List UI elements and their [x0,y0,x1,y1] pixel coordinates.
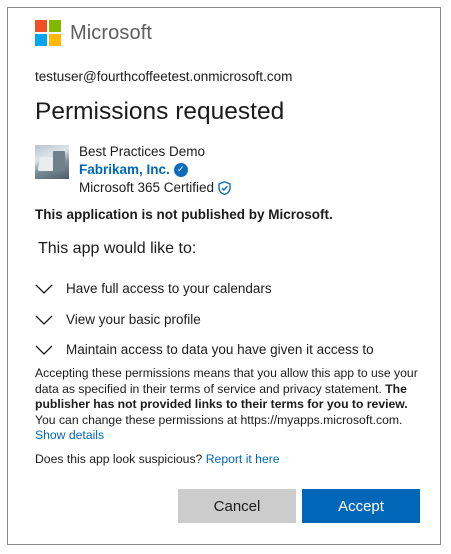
account-email: testuser@fourthcoffeetest.onmicrosoft.co… [35,69,293,84]
microsoft-logo-icon [35,20,61,46]
page-title: Permissions requested [35,98,285,125]
certification-row: Microsoft 365 Certified [79,180,231,195]
consent-text-1: Accepting these permissions means that y… [35,366,418,396]
permission-item[interactable]: View your basic profile [35,312,201,327]
permissions-heading: This app would like to: [38,240,197,257]
unpublished-warning: This application is not published by Mic… [35,207,333,222]
cancel-button[interactable]: Cancel [178,489,296,523]
permission-item[interactable]: Maintain access to data you have given i… [35,342,374,357]
logo-text: Microsoft [70,21,153,44]
microsoft-logo: Microsoft [35,20,152,46]
verified-badge-icon[interactable]: ✓ [173,162,188,177]
report-link[interactable]: Report it here [206,452,280,466]
publisher-link[interactable]: Fabrikam, Inc. [79,162,170,177]
permission-label: Have full access to your calendars [66,281,272,296]
suspicious-row: Does this app look suspicious? Report it… [35,452,280,466]
publisher-row: Fabrikam, Inc. ✓ [79,162,188,177]
permission-label: Maintain access to data you have given i… [66,342,374,357]
chevron-down-icon [35,345,53,355]
show-details-link[interactable]: Show details [35,428,104,442]
permission-item[interactable]: Have full access to your calendars [35,281,272,296]
consent-text-2: You can change these permissions at http… [35,412,403,427]
chevron-down-icon [35,315,53,325]
chevron-down-icon [35,284,53,294]
logo-square-yellow [49,34,61,46]
logo-square-green [49,20,61,32]
shield-check-icon[interactable] [218,180,231,195]
logo-square-red [35,20,47,32]
app-logo-icon [35,145,69,179]
accept-button[interactable]: Accept [302,489,420,523]
consent-text: Accepting these permissions means that y… [35,366,427,444]
suspicious-text: Does this app look suspicious? [35,452,203,466]
app-name: Best Practices Demo [79,144,206,159]
permission-label: View your basic profile [66,312,201,327]
certification-label: Microsoft 365 Certified [79,180,215,195]
permissions-dialog: Microsoft testuser@fourthcoffeetest.onmi… [7,7,441,545]
logo-square-blue [35,34,47,46]
